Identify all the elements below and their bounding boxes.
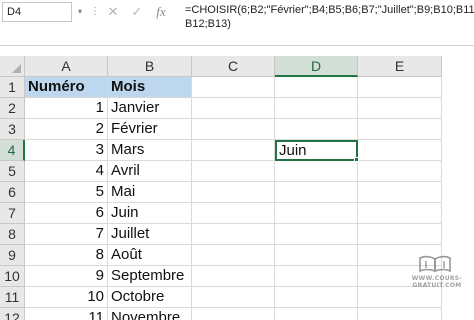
row-header-10[interactable]: 10	[0, 266, 25, 287]
cell-c8[interactable]	[192, 224, 275, 245]
cell-c7[interactable]	[192, 203, 275, 224]
cell-c6[interactable]	[192, 182, 275, 203]
cell-a3[interactable]: 2	[25, 119, 108, 140]
row-header-8[interactable]: 8	[0, 224, 25, 245]
cell-e4[interactable]	[358, 140, 442, 161]
column-header-e[interactable]: E	[358, 56, 442, 77]
cell-b7[interactable]: Juin	[108, 203, 192, 224]
cell-d12[interactable]	[275, 308, 358, 320]
cell-d3[interactable]	[275, 119, 358, 140]
cell-c2[interactable]	[192, 98, 275, 119]
cell-a7[interactable]: 6	[25, 203, 108, 224]
formula-input[interactable]: =CHOISIR(6;B2;"Février";B4;B5;B6;B7;"Jui…	[185, 3, 474, 31]
cell-c12[interactable]	[192, 308, 275, 320]
cell-b3[interactable]: Février	[108, 119, 192, 140]
cell-c5[interactable]	[192, 161, 275, 182]
cell-b6[interactable]: Mai	[108, 182, 192, 203]
cell-e1[interactable]	[358, 77, 442, 98]
cell-c11[interactable]	[192, 287, 275, 308]
fill-handle[interactable]	[354, 157, 359, 162]
select-all-corner[interactable]	[0, 56, 25, 77]
cell-d5[interactable]	[275, 161, 358, 182]
cell-c4[interactable]	[192, 140, 275, 161]
cell-e8[interactable]	[358, 224, 442, 245]
row-header-7[interactable]: 7	[0, 203, 25, 224]
cell-a12[interactable]: 11	[25, 308, 108, 320]
formula-bar: D4 ▾ ⋮ ✕ ✓ fx =CHOISIR(6;B2;"Février";B4…	[0, 0, 474, 46]
insert-function-icon[interactable]: fx	[151, 2, 171, 22]
cell-a9[interactable]: 8	[25, 245, 108, 266]
row-header-6[interactable]: 6	[0, 182, 25, 203]
cell-d7[interactable]	[275, 203, 358, 224]
cell-e2[interactable]	[358, 98, 442, 119]
cell-b2[interactable]: Janvier	[108, 98, 192, 119]
enter-icon[interactable]: ✓	[127, 2, 147, 22]
cell-d11[interactable]	[275, 287, 358, 308]
cell-d8[interactable]	[275, 224, 358, 245]
cell-d4[interactable]: Juin	[275, 140, 358, 161]
cell-d2[interactable]	[275, 98, 358, 119]
cell-a1[interactable]: Numéro	[25, 77, 108, 98]
column-header-b[interactable]: B	[108, 56, 192, 77]
row-header-1[interactable]: 1	[0, 77, 25, 98]
row-header-4[interactable]: 4	[0, 140, 25, 161]
row-header-9[interactable]: 9	[0, 245, 25, 266]
row-header-11[interactable]: 11	[0, 287, 25, 308]
cell-b9[interactable]: Août	[108, 245, 192, 266]
cell-d9[interactable]	[275, 245, 358, 266]
cell-e6[interactable]	[358, 182, 442, 203]
cell-d1[interactable]	[275, 77, 358, 98]
cell-b12[interactable]: Novembre	[108, 308, 192, 320]
watermark-text: WWW.COURS-GRATUIT.COM	[411, 275, 463, 289]
cell-a11[interactable]: 10	[25, 287, 108, 308]
formula-bar-splitter[interactable]: ⋮	[90, 6, 100, 17]
cell-e11[interactable]	[358, 287, 442, 308]
cell-a10[interactable]: 9	[25, 266, 108, 287]
cell-e5[interactable]	[358, 161, 442, 182]
cell-e7[interactable]	[358, 203, 442, 224]
row-header-12[interactable]: 12	[0, 308, 25, 320]
cell-a4[interactable]: 3	[25, 140, 108, 161]
cell-b5[interactable]: Avril	[108, 161, 192, 182]
cell-a8[interactable]: 7	[25, 224, 108, 245]
row-header-3[interactable]: 3	[0, 119, 25, 140]
cell-b8[interactable]: Juillet	[108, 224, 192, 245]
cell-c3[interactable]	[192, 119, 275, 140]
cancel-icon[interactable]: ✕	[103, 2, 123, 22]
formula-line-2: B12;B13)	[185, 18, 231, 30]
column-header-a[interactable]: A	[25, 56, 108, 77]
book-icon	[419, 255, 451, 273]
cell-c10[interactable]	[192, 266, 275, 287]
cell-a2[interactable]: 1	[25, 98, 108, 119]
row-header-5[interactable]: 5	[0, 161, 25, 182]
select-all-icon	[12, 64, 21, 73]
watermark: WWW.COURS-GRATUIT.COM	[405, 255, 465, 289]
name-box-dropdown-icon[interactable]: ▾	[74, 2, 86, 22]
cell-b4[interactable]: Mars	[108, 140, 192, 161]
formula-line-1: =CHOISIR(6;B2;"Février";B4;B5;B6;B7;"Jui…	[185, 4, 474, 16]
cell-e3[interactable]	[358, 119, 442, 140]
cell-e12[interactable]	[358, 308, 442, 320]
cell-d6[interactable]	[275, 182, 358, 203]
cell-c1[interactable]	[192, 77, 275, 98]
name-box[interactable]: D4	[2, 2, 72, 22]
cell-d10[interactable]	[275, 266, 358, 287]
column-header-c[interactable]: C	[192, 56, 275, 77]
cell-c9[interactable]	[192, 245, 275, 266]
cell-b10[interactable]: Septembre	[108, 266, 192, 287]
cell-a6[interactable]: 5	[25, 182, 108, 203]
cell-a5[interactable]: 4	[25, 161, 108, 182]
column-header-d[interactable]: D	[275, 56, 358, 77]
cell-b11[interactable]: Octobre	[108, 287, 192, 308]
row-header-2[interactable]: 2	[0, 98, 25, 119]
cell-b1[interactable]: Mois	[108, 77, 192, 98]
